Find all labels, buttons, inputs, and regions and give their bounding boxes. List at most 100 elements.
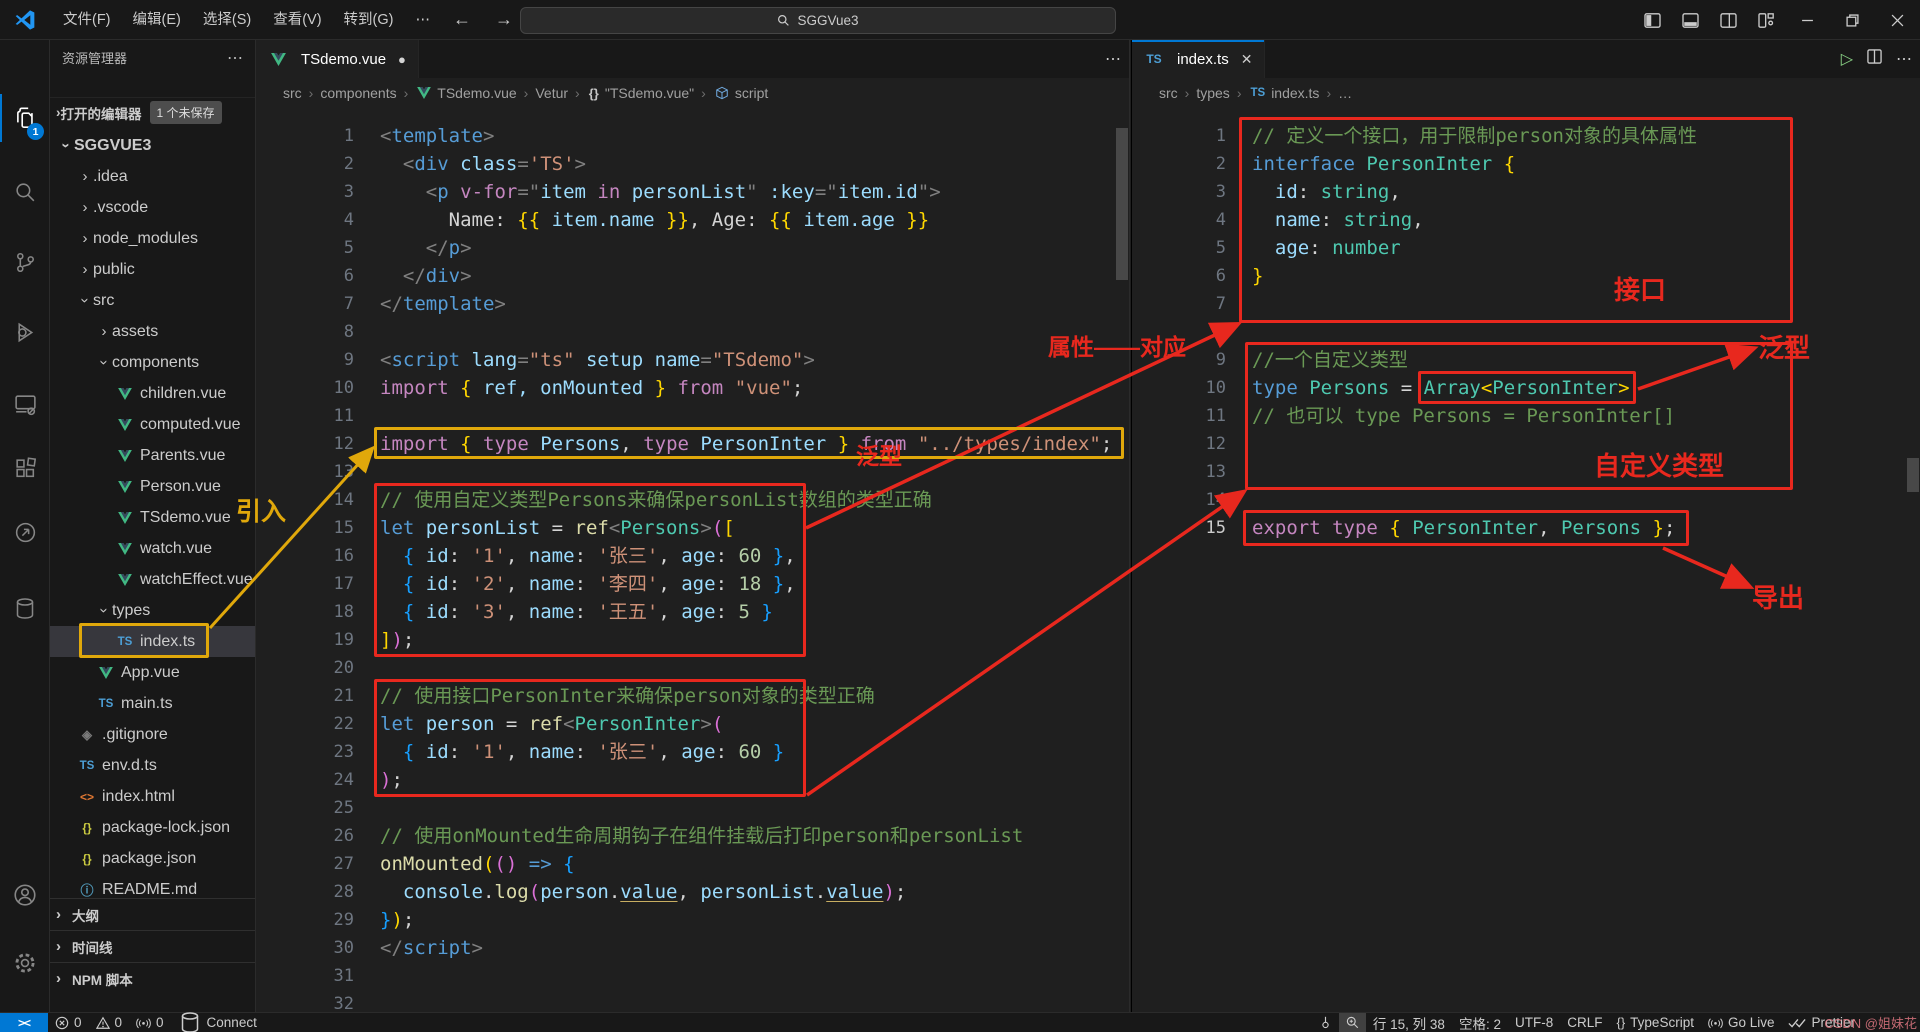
code-line-3[interactable]: 3 <p v-for="item in personList" :key="it… <box>256 178 1129 206</box>
breadcrumb-item[interactable]: src <box>283 85 302 101</box>
scrollbar-left[interactable] <box>1116 128 1128 280</box>
breadcrumb-item[interactable]: "TSdemo.vue" <box>605 85 694 101</box>
tree-item-env-d-ts[interactable]: TS env.d.ts <box>50 750 255 781</box>
breadcrumb-item[interactable]: TSdemo.vue <box>437 85 516 101</box>
tree-item-sggvue3[interactable]: › SGGVUE3 <box>50 130 255 161</box>
code-line-16[interactable]: 16 { id: '1', name: '张三', age: 60 }, <box>256 542 1129 570</box>
settings-icon[interactable] <box>0 939 50 987</box>
code-line-32[interactable]: 32 <box>256 990 1129 1012</box>
code-line-23[interactable]: 23 { id: '1', name: '张三', age: 60 } <box>256 738 1129 766</box>
code-line-24[interactable]: 24); <box>256 766 1129 794</box>
tree-item-src[interactable]: › src <box>50 285 255 316</box>
code-line-12[interactable]: 12 <box>1132 430 1920 458</box>
code-line-13[interactable]: 13 <box>1132 458 1920 486</box>
explorer-icon[interactable]: 1 <box>0 94 50 142</box>
status-0[interactable]: 0 <box>129 1013 171 1032</box>
code-line-14[interactable]: 14// 使用自定义类型Persons来确保personList数组的类型正确 <box>256 486 1129 514</box>
code-editor-tsdemo[interactable]: 1 <template> 2 <div class='TS'> 3 <p v-for=… <box>256 108 1129 1012</box>
code-line-7[interactable]: 7 <box>1132 290 1920 318</box>
source-control-icon[interactable] <box>0 238 50 286</box>
more-actions-icon[interactable]: ⋯ <box>1896 49 1912 69</box>
code-line-11[interactable]: 11// 也可以 type Persons = PersonInter[] <box>1132 402 1920 430</box>
scrollbar-right[interactable] <box>1907 458 1919 492</box>
minimize-button[interactable] <box>1785 0 1830 40</box>
tab-tsdemo-vue[interactable]: TSdemo.vue ● <box>256 40 419 78</box>
code-line-20[interactable]: 20 <box>256 654 1129 682</box>
tree-item-watch-vue[interactable]: watch.vue <box>50 533 255 564</box>
explorer-more-icon[interactable]: ⋯ <box>227 48 243 68</box>
code-line-3[interactable]: 3 id: string, <box>1132 178 1920 206</box>
menu-5[interactable]: 转到(G) <box>333 6 405 34</box>
status-空格-2[interactable]: 空格: 2 <box>1452 1013 1508 1032</box>
code-editor-index-ts[interactable]: 1// 定义一个接口，用于限制person对象的具体属性 2 interface P… <box>1132 108 1920 1012</box>
code-line-15[interactable]: 15 let personList = ref<Persons>([ <box>256 514 1129 542</box>
section-1[interactable]: › 大纲 <box>50 898 255 930</box>
tree-item-tsdemo-vue[interactable]: TSdemo.vue <box>50 502 255 533</box>
tree-item-node-modules[interactable]: › node_modules <box>50 223 255 254</box>
code-line-2[interactable]: 2 <div class='TS'> <box>256 150 1129 178</box>
code-line-8[interactable]: 8 <box>256 318 1129 346</box>
status-utf-8[interactable]: UTF-8 <box>1508 1013 1560 1032</box>
tree-item-assets[interactable]: › assets <box>50 316 255 347</box>
status-crlf[interactable]: CRLF <box>1560 1013 1609 1032</box>
status-0[interactable]: 0 <box>48 1013 89 1032</box>
code-line-5[interactable]: 5 age: number <box>1132 234 1920 262</box>
code-line-11[interactable]: 11 <box>256 402 1129 430</box>
tree-item-package-lock-json[interactable]: {} package-lock.json <box>50 812 255 843</box>
tree-item--vscode[interactable]: › .vscode <box>50 192 255 223</box>
status-connect[interactable]: Connect <box>171 1012 264 1032</box>
menu-3[interactable]: 选择(S) <box>192 6 262 34</box>
tree-item-index-html[interactable]: <> index.html <box>50 781 255 812</box>
code-line-8[interactable]: 8 <box>1132 318 1920 346</box>
code-line-25[interactable]: 25 <box>256 794 1129 822</box>
toggle-secondary-sidebar-icon[interactable] <box>1709 0 1747 40</box>
code-line-15[interactable]: 15 export type { PersonInter, Persons }; <box>1132 514 1920 542</box>
tree-item-app-vue[interactable]: App.vue <box>50 657 255 688</box>
menu-6[interactable]: ⋯ <box>404 6 441 34</box>
code-line-28[interactable]: 28 console.log(person.value, personList.… <box>256 878 1129 906</box>
tree-item-person-vue[interactable]: Person.vue <box>50 471 255 502</box>
live-circle-icon[interactable] <box>0 508 50 556</box>
tree-item-computed-vue[interactable]: computed.vue <box>50 409 255 440</box>
toggle-panel-icon[interactable] <box>1671 0 1709 40</box>
code-line-30[interactable]: 30 </script> <box>256 934 1129 962</box>
code-line-14[interactable]: 14 <box>1132 486 1920 514</box>
breadcrumb-item[interactable]: index.ts <box>1271 85 1319 101</box>
section-2[interactable]: › 时间线 <box>50 930 255 962</box>
code-line-18[interactable]: 18 { id: '3', name: '王五', age: 5 } <box>256 598 1129 626</box>
command-search-box[interactable]: SGGVue3 <box>520 7 1116 34</box>
code-line-27[interactable]: 27 onMounted(() => { <box>256 850 1129 878</box>
remote-indicator[interactable]: >< <box>0 1012 48 1032</box>
editor-actions-right[interactable]: ▷ ⋯ <box>1841 40 1912 78</box>
code-line-19[interactable]: 19]); <box>256 626 1129 654</box>
code-line-5[interactable]: 5 </p> <box>256 234 1129 262</box>
code-line-7[interactable]: 7 </template> <box>256 290 1129 318</box>
account-icon[interactable] <box>0 871 50 919</box>
code-line-10[interactable]: 10 import { ref, onMounted } from "vue"; <box>256 374 1129 402</box>
tree-item-public[interactable]: › public <box>50 254 255 285</box>
open-editors-section[interactable]: › 打开的编辑器 1 个未保存 <box>50 97 255 127</box>
menu-2[interactable]: 编辑(E) <box>122 6 192 34</box>
code-line-4[interactable]: 4 Name: {{ item.name }}, Age: {{ item.ag… <box>256 206 1129 234</box>
code-line-12[interactable]: 12 import { type Persons, type PersonInte… <box>256 430 1129 458</box>
menu-1[interactable]: 文件(F) <box>52 6 122 34</box>
status-screencast[interactable] <box>1312 1013 1339 1032</box>
tree-item--gitignore[interactable]: ◈ .gitignore <box>50 719 255 750</box>
customize-layout-icon[interactable] <box>1747 0 1785 40</box>
code-line-10[interactable]: 10 type Persons = Array<PersonInter> <box>1132 374 1920 402</box>
status-prettier[interactable]: Prettier <box>1781 1013 1862 1032</box>
run-debug-icon[interactable] <box>0 308 50 356</box>
editor-actions-left[interactable]: ⋯ <box>1105 40 1121 78</box>
run-file-icon[interactable]: ▷ <box>1841 49 1853 69</box>
tree-item-components[interactable]: › components <box>50 347 255 378</box>
code-line-13[interactable]: 13 <box>256 458 1129 486</box>
code-line-4[interactable]: 4 name: string, <box>1132 206 1920 234</box>
code-line-1[interactable]: 1// 定义一个接口，用于限制person对象的具体属性 <box>1132 122 1920 150</box>
breadcrumb-item[interactable]: components <box>320 85 396 101</box>
code-line-1[interactable]: 1 <template> <box>256 122 1129 150</box>
breadcrumb-item[interactable]: script <box>735 85 768 101</box>
code-line-6[interactable]: 6} <box>1132 262 1920 290</box>
code-line-17[interactable]: 17 { id: '2', name: '李四', age: 18 }, <box>256 570 1129 598</box>
code-line-6[interactable]: 6 </div> <box>256 262 1129 290</box>
tree-item-index-ts[interactable]: TS index.ts <box>50 626 255 657</box>
